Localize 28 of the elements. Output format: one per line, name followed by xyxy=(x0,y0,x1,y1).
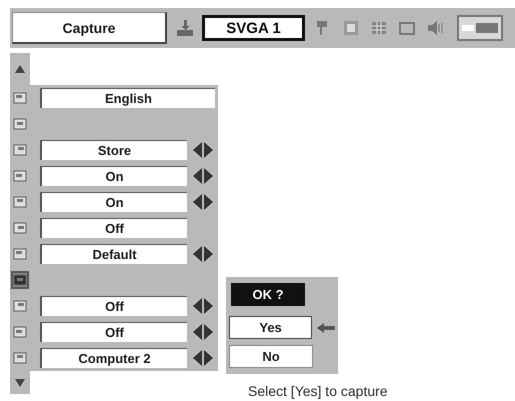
scroll-down-icon[interactable] xyxy=(15,378,25,386)
left-right-arrows-icon[interactable] xyxy=(193,324,213,340)
instruction-text: Select [Yes] to capture xyxy=(248,383,388,399)
scroll-up-icon[interactable] xyxy=(15,65,25,73)
setting-value[interactable]: Off xyxy=(40,218,187,238)
left-right-arrows-icon[interactable] xyxy=(193,168,213,184)
tray-icon[interactable] xyxy=(175,18,195,38)
dialog-option[interactable]: No xyxy=(229,345,313,368)
setting-value[interactable]: Default xyxy=(40,244,187,264)
left-right-arrows-icon[interactable] xyxy=(193,142,213,158)
setting-value[interactable]: Off xyxy=(40,322,187,342)
setting-value[interactable]: English xyxy=(40,88,215,108)
setting-value[interactable]: On xyxy=(40,192,187,212)
setting-value[interactable]: Off xyxy=(40,296,187,316)
left-right-arrows-icon[interactable] xyxy=(193,194,213,210)
slider-icon xyxy=(462,22,498,34)
dialog-title: OK ? xyxy=(231,283,305,306)
left-right-arrows-icon[interactable] xyxy=(193,350,213,366)
menu-title: Capture xyxy=(12,12,167,44)
dialog-option[interactable]: Yes xyxy=(229,316,312,339)
setting-value[interactable]: Store xyxy=(40,140,187,160)
source-label: SVGA 1 xyxy=(202,15,305,41)
setting-value[interactable]: Computer 2 xyxy=(40,348,187,368)
left-right-arrows-icon[interactable] xyxy=(193,298,213,314)
left-right-arrows-icon[interactable] xyxy=(193,246,213,262)
setting-tab[interactable] xyxy=(457,15,503,41)
setting-value[interactable]: On xyxy=(40,166,187,186)
arrow-left-icon xyxy=(317,322,335,332)
